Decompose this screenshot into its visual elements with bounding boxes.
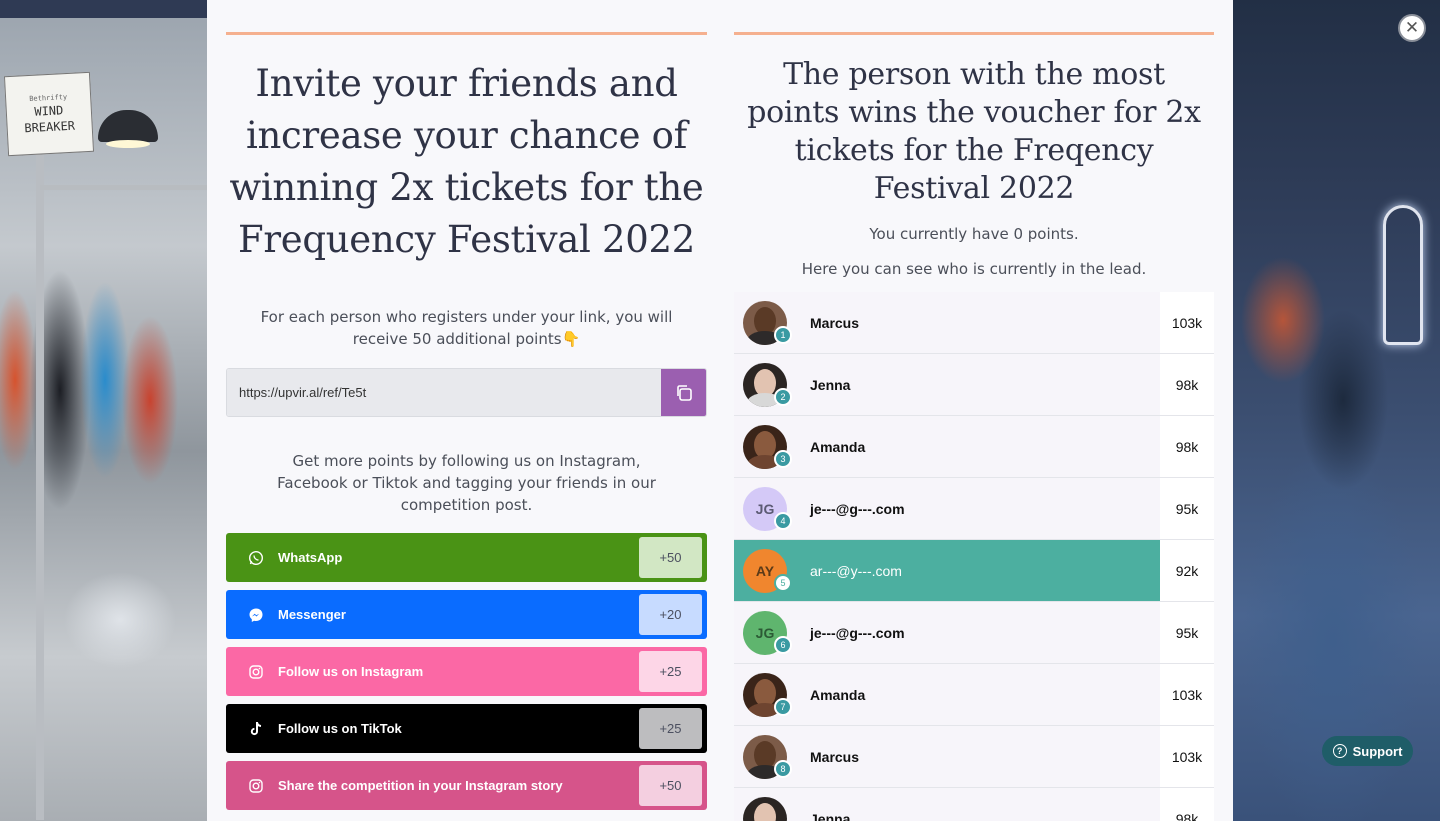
participant-score: 103k <box>1160 292 1214 353</box>
support-label: Support <box>1352 743 1403 759</box>
action-label: Messenger <box>278 607 346 622</box>
participant-score: 98k <box>1160 354 1214 415</box>
sign-line-1: WIND <box>34 103 64 119</box>
participant-score: 95k <box>1160 602 1214 663</box>
participant-name: je---@g---.com <box>810 624 905 641</box>
whatsapp-icon <box>248 550 264 566</box>
leaderboard-row: 1 Marcus 103k <box>734 292 1214 354</box>
messenger-button[interactable]: Messenger +20 <box>226 590 707 639</box>
competition-panel: Invite your friends and increase your ch… <box>207 0 1233 821</box>
lead-info-text: Here you can see who is currently in the… <box>801 260 1147 278</box>
current-points-text: You currently have 0 points. <box>869 225 1079 243</box>
points-badge: +50 <box>639 537 702 578</box>
rank-badge: 5 <box>774 573 792 592</box>
participant-name: Amanda <box>810 686 866 703</box>
clothes-rack-pole <box>36 150 44 820</box>
leaderboard-row: 2 Jenna 98k <box>734 354 1214 416</box>
clothes-rack-rail <box>40 185 207 190</box>
leaderboard-row: 7 Amanda 103k <box>734 664 1214 726</box>
accent-divider <box>226 32 707 35</box>
instagram-icon <box>248 664 264 680</box>
ceiling-lamp <box>98 110 158 148</box>
action-label: Share the competition in your Instagram … <box>278 778 563 793</box>
leaderboard-row: 9 Jenna 98k <box>734 788 1214 821</box>
help-icon: ? <box>1332 744 1347 758</box>
action-label: Follow us on Instagram <box>278 664 424 679</box>
close-icon: ✕ <box>1404 18 1420 38</box>
referral-link-input[interactable] <box>227 369 661 416</box>
participant-name: Jenna <box>810 810 851 821</box>
leaderboard-row: JG 6 je---@g---.com 95k <box>734 602 1214 664</box>
rank-badge: 2 <box>774 387 792 406</box>
rank-badge: 4 <box>774 511 792 530</box>
action-label: WhatsApp <box>278 550 343 565</box>
points-badge: +25 <box>639 651 702 692</box>
support-button[interactable]: ? Support <box>1322 736 1413 766</box>
referral-description: For each person who registers under your… <box>260 308 673 348</box>
participant-score: 103k <box>1160 664 1214 725</box>
leaderboard-row: 3 Amanda 98k <box>734 416 1214 478</box>
rank-badge: 3 <box>774 449 792 468</box>
sign-brand: Bethrifty <box>29 93 68 104</box>
background-photo-right <box>1233 0 1440 821</box>
neon-parrot-sign <box>1383 205 1423 345</box>
participant-score: 103k <box>1160 726 1214 787</box>
follow-instagram-button[interactable]: Follow us on Instagram +25 <box>226 647 707 696</box>
points-badge: +20 <box>639 594 702 635</box>
messenger-icon <box>248 607 264 623</box>
action-list: WhatsApp +50 Messenger +20 Follow us on … <box>226 533 707 810</box>
leaderboard-row: 8 Marcus 103k <box>734 726 1214 788</box>
rank-badge: 6 <box>774 635 792 654</box>
windbreaker-sign: Bethrifty WIND BREAKER <box>3 71 95 157</box>
participant-name: ar---@y---.com <box>810 562 902 579</box>
social-description: Get more points by following us on Insta… <box>277 452 656 514</box>
avatar <box>743 796 787 821</box>
participant-name: Jenna <box>810 376 851 393</box>
copy-icon <box>676 384 692 401</box>
participant-score: 98k <box>1160 788 1214 821</box>
rank-badge: 1 <box>774 325 792 344</box>
background-photo-left: Bethrifty WIND BREAKER <box>0 0 207 821</box>
participant-name: Marcus <box>810 748 860 765</box>
participant-score: 95k <box>1160 478 1214 539</box>
referral-link-box <box>226 368 707 417</box>
participant-name: Amanda <box>810 438 866 455</box>
invite-column: Invite your friends and increase your ch… <box>226 32 707 810</box>
prize-title: The person with the most points wins the… <box>747 57 1201 206</box>
participant-name: je---@g---.com <box>810 500 905 517</box>
instagram-icon <box>248 778 264 794</box>
participant-name: Marcus <box>810 314 860 331</box>
invite-title: Invite your friends and increase your ch… <box>229 62 704 261</box>
rank-badge: 7 <box>774 697 792 716</box>
follow-tiktok-button[interactable]: Follow us on TikTok +25 <box>226 704 707 753</box>
accent-divider <box>734 32 1214 35</box>
action-label: Follow us on TikTok <box>278 721 402 736</box>
leaderboard: 1 Marcus 103k 2 Jenna 98k 3 Amanda 98k J… <box>734 292 1214 821</box>
share-instagram-story-button[interactable]: Share the competition in your Instagram … <box>226 761 707 810</box>
points-badge: +25 <box>639 708 702 749</box>
whatsapp-button[interactable]: WhatsApp +50 <box>226 533 707 582</box>
points-badge: +50 <box>639 765 702 806</box>
leaderboard-row-current-user: AY 5 ar---@y---.com 92k <box>734 540 1214 602</box>
rank-badge: 8 <box>774 759 792 778</box>
sign-line-2: BREAKER <box>24 118 76 136</box>
leaderboard-row: JG 4 je---@g---.com 95k <box>734 478 1214 540</box>
tiktok-icon <box>248 721 264 737</box>
leaderboard-column: The person with the most points wins the… <box>734 32 1214 821</box>
participant-score: 98k <box>1160 416 1214 477</box>
copy-link-button[interactable] <box>661 369 706 416</box>
participant-score: 92k <box>1160 540 1214 601</box>
close-button[interactable]: ✕ <box>1398 14 1426 42</box>
